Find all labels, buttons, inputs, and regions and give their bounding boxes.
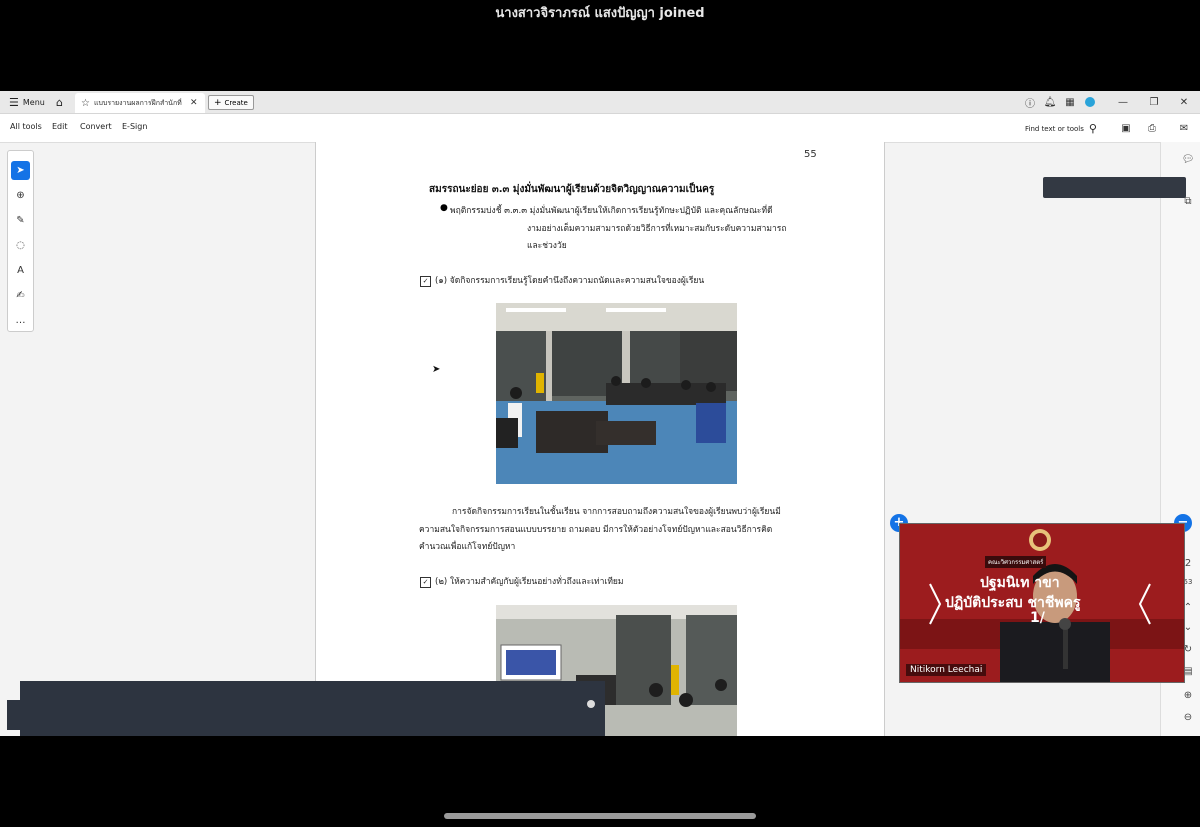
edit-menu[interactable]: Edit <box>52 122 68 131</box>
main-toolbar: All tools Edit Convert E-Sign Find text … <box>0 114 1200 143</box>
find-tools-button[interactable]: Find text or tools ⚲ <box>1025 122 1097 135</box>
comment-icon[interactable]: 💬︎ <box>1181 152 1195 166</box>
checkbox-icon: ✓ <box>420 276 431 287</box>
save-icon[interactable]: ▣ <box>1119 121 1133 135</box>
checklist-item: ✓ (๑) จัดกิจกรรมการเรียนรู้โดยคำนึงถึงควา… <box>420 273 704 287</box>
paragraph-line: ความสนใจกิจกรรมการสอนแบบบรรยาย ถามตอบ มี… <box>419 525 773 535</box>
lasso-icon[interactable]: ◌ <box>11 236 30 255</box>
zoom-out-icon[interactable]: ⊖ <box>1181 710 1195 724</box>
plus-icon: + <box>214 97 222 108</box>
esign-menu[interactable]: E-Sign <box>122 122 147 131</box>
minimize-button[interactable]: — <box>1108 91 1138 113</box>
video-call-tile[interactable]: คณะวิศวกรรมศาสตร์ ปฐมนิเท าขา ปฏิบัติประ… <box>899 523 1185 683</box>
indicator-dot <box>587 700 595 708</box>
stamp-icon[interactable]: ✍ <box>11 286 30 305</box>
home-icon[interactable]: ⌂ <box>56 91 63 113</box>
mouse-pointer-icon: ➤ <box>432 364 441 375</box>
classroom-photo <box>496 303 737 484</box>
video-banner-line: ปฐมนิเท าขา <box>980 575 1060 591</box>
star-icon[interactable]: ☆ <box>81 98 90 109</box>
page-number: 55 <box>804 149 817 160</box>
text-box-icon[interactable]: A <box>11 261 30 280</box>
menu-label: Menu <box>22 97 45 107</box>
document-tab[interactable]: ☆ แบบรายงานผลการฝึกสำนักที่ 3... ✕ <box>75 93 205 113</box>
video-banner-line: 1/ <box>1030 610 1045 626</box>
restore-button[interactable]: ❐ <box>1139 91 1169 113</box>
join-notification: นางสาวจิราภรณ์ แสงปัญญา joined <box>495 6 705 21</box>
paragraph-line: การจัดกิจกรรมการเรียนในชั้นเรียน จากการส… <box>452 507 781 517</box>
home-indicator[interactable] <box>444 813 756 819</box>
avatar[interactable] <box>1075 91 1105 113</box>
tab-bar: ☰ Menu ⌂ ☆ แบบรายงานผลการฝึกสำนักที่ 3..… <box>0 91 1200 114</box>
paragraph-line: คำนวณเพื่อแก้โจทย์ปัญหา <box>419 542 516 552</box>
print-icon[interactable]: ⎙ <box>1145 121 1159 135</box>
pen-icon[interactable]: ✎ <box>11 211 30 230</box>
create-label: Create <box>224 98 248 107</box>
bullet-text-line: งามอย่างเต็มความสามารถด้วยวิธีการที่เหมา… <box>527 224 787 234</box>
zoom-in-icon[interactable]: ⊕ <box>1181 688 1195 702</box>
zoom-comment-icon[interactable]: ⊕ <box>11 186 30 205</box>
all-tools-menu[interactable]: All tools <box>10 122 42 131</box>
email-icon[interactable]: ✉ <box>1177 121 1191 135</box>
section-heading: สมรรถนะย่อย ๓.๓ มุ่งมั่นพัฒนาผู้เรียนด้ว… <box>429 184 715 195</box>
participant-name: Nitikorn Leechai <box>906 664 987 676</box>
pdf-page: 55 สมรรถนะย่อย ๓.๓ มุ่งมั่นพัฒนาผู้เรียน… <box>315 142 885 736</box>
redacted-block <box>20 681 605 736</box>
more-tools-icon[interactable]: … <box>11 311 30 330</box>
bullet-text-line: และช่วงวัย <box>527 241 567 251</box>
quick-tools-panel: ➤ ⊕ ✎ ◌ A ✍ … <box>7 150 34 332</box>
tab-title: แบบรายงานผลการฝึกสำนักที่ 3... <box>93 98 184 107</box>
checklist-item: ✓ (๒) ให้ความสำคัญกับผู้เรียนอย่างทั่วถึง… <box>420 574 624 588</box>
checkbox-icon: ✓ <box>420 577 431 588</box>
video-banner-line: ปฏิบัติประสบ ชาชีพครู <box>945 595 1081 611</box>
video-banner-caption: คณะวิศวกรรมศาสตร์ <box>985 556 1047 568</box>
find-label: Find text or tools <box>1025 124 1084 133</box>
redacted-block <box>7 700 21 730</box>
hamburger-icon: ☰ <box>9 95 19 109</box>
search-icon: ⚲ <box>1088 122 1097 135</box>
create-button[interactable]: + Create <box>208 95 254 110</box>
checklist-text: (๑) จัดกิจกรรมการเรียนรู้โดยคำนึงถึงความ… <box>435 276 705 286</box>
checklist-text: (๒) ให้ความสำคัญกับผู้เรียนอย่างทั่วถึงแ… <box>435 577 624 587</box>
menu-button[interactable]: ☰ Menu <box>9 91 45 113</box>
select-cursor-icon[interactable]: ➤ <box>11 161 30 180</box>
convert-menu[interactable]: Convert <box>80 122 112 131</box>
bullet-text-line: พฤติกรรมบ่งชี้ ๓.๓.๓ มุ่งมั่นพัฒนาผู้เรี… <box>450 206 773 216</box>
close-window-button[interactable]: ✕ <box>1169 91 1199 113</box>
close-tab-icon[interactable]: ✕ <box>190 98 198 108</box>
bullet-dot-icon: ● <box>440 203 448 213</box>
redacted-block <box>1043 177 1186 198</box>
